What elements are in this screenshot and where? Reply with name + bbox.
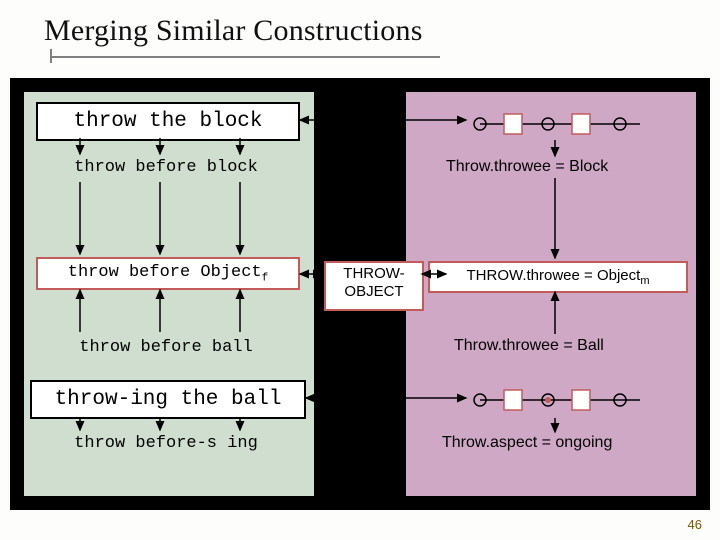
slide-title: Merging Similar Constructions [44,14,720,48]
right-row1-graph [470,106,650,142]
left-row2-text: throw before block [74,158,258,177]
right-row3-box: THROW.throwee = Objectm [428,261,688,293]
title-area: Merging Similar Constructions [0,0,720,62]
left-row3-box: throw before Objectf [36,257,300,290]
title-underline [44,52,720,62]
center-line1: THROW- [343,265,404,282]
right-row6-label: Throw.aspect = ongoing [442,434,612,452]
diagram-stage: throw the block throw before block throw… [10,78,710,510]
right-row4-label: Throw.throwee = Ball [454,337,604,355]
left-row4-box: throw before ball [36,334,296,361]
page-number: 46 [688,517,702,532]
left-row1-box: throw the block [36,102,300,141]
left-row4-text: throw before ball [79,338,252,357]
right-row3-text: THROW.throwee = Objectm [467,267,650,284]
slide: Merging Similar Constructions throw the … [0,0,720,540]
right-row5-graph [470,382,650,418]
left-row6-text: throw before-s ing [74,434,258,453]
left-row2-box: throw before block [36,154,296,181]
left-row5-box: throw-ing the ball [30,380,306,419]
left-row3-text: throw before Objectf [68,263,268,282]
left-row6-box: throw before-s ing [36,430,296,457]
left-row1-text: throw the block [73,110,262,133]
left-row5-text: throw-ing the ball [55,388,282,411]
right-row2-label: Throw.throwee = Block [446,158,608,176]
center-merge-box: THROW- OBJECT [324,261,424,311]
center-line2: OBJECT [344,283,403,300]
